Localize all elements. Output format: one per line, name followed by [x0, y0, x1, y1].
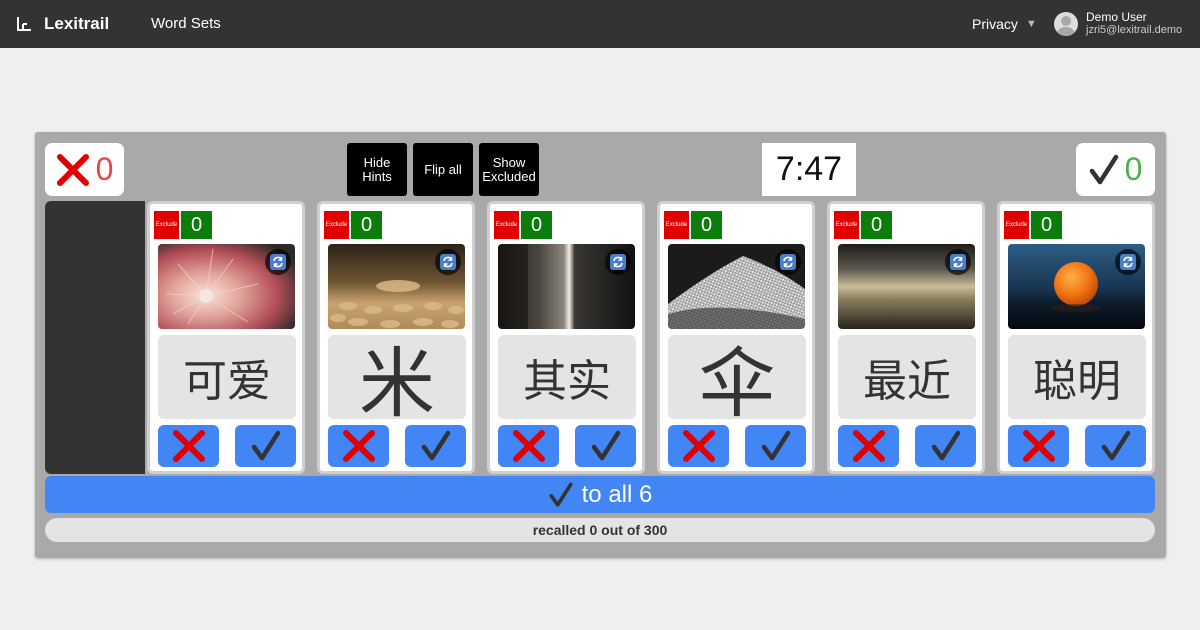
card-count: 0	[351, 211, 382, 239]
mark-wrong-button[interactable]	[838, 425, 899, 467]
card-image-pink-fluffy-fur	[158, 244, 295, 329]
mark-wrong-button[interactable]	[158, 425, 219, 467]
hide-hints-label-2: Hints	[362, 168, 392, 184]
mark-right-button[interactable]	[1085, 425, 1146, 467]
privacy-dropdown[interactable]: Privacy ▼	[972, 16, 1037, 32]
refresh-image-icon[interactable]	[265, 249, 291, 275]
exclude-button[interactable]: Exclude	[1004, 211, 1029, 239]
checkmark-icon	[1089, 154, 1118, 184]
flip-all-label: Flip all	[424, 161, 462, 177]
word-card[interactable]: Exclude 0	[147, 201, 305, 474]
wrong-x-icon	[56, 153, 89, 186]
x-icon	[682, 430, 715, 462]
brand-name: Lexitrail	[44, 14, 110, 33]
exclude-button[interactable]: Exclude	[154, 211, 179, 239]
mark-wrong-button[interactable]	[1008, 425, 1069, 467]
card-image-blurred-road-horizon	[838, 244, 975, 329]
progress-text: recalled 0 out of 300	[532, 522, 668, 538]
wrong-count: 0	[95, 151, 114, 187]
right-score: 0	[1076, 143, 1155, 196]
checkmark-icon	[931, 430, 960, 461]
nav-word-sets[interactable]: Word Sets	[151, 15, 221, 32]
mark-right-button[interactable]	[405, 425, 466, 467]
card-count: 0	[691, 211, 722, 239]
refresh-image-icon[interactable]	[605, 249, 631, 275]
card-image-woven-fabric	[668, 244, 805, 329]
mark-right-button[interactable]	[745, 425, 806, 467]
mark-wrong-button[interactable]	[498, 425, 559, 467]
refresh-image-icon[interactable]	[945, 249, 971, 275]
refresh-image-icon[interactable]	[435, 249, 461, 275]
card-word[interactable]: 伞	[668, 335, 806, 428]
mark-right-button[interactable]	[915, 425, 976, 467]
card-image-rice-grains-closeup	[328, 244, 465, 329]
user-menu[interactable]: Demo User jzri5@lexitrail.demo	[1054, 11, 1182, 37]
x-icon	[852, 430, 885, 462]
refresh-image-icon[interactable]	[775, 249, 801, 275]
checkmark-icon	[761, 430, 790, 461]
hide-hints-label-1: Hide	[363, 154, 391, 170]
card-word[interactable]: 聪明	[1008, 335, 1146, 419]
word-card[interactable]: Exclude 0	[487, 201, 645, 474]
word-card[interactable]: Exclude 0	[997, 201, 1155, 474]
card-word[interactable]: 可爱	[158, 335, 296, 419]
right-count: 0	[1124, 151, 1143, 187]
avatar	[1054, 12, 1078, 36]
word-card[interactable]: Exclude 0 伞	[657, 201, 815, 474]
x-icon	[172, 430, 205, 462]
hide-hints-button[interactable]: Hide Hints	[347, 143, 407, 196]
exclude-button[interactable]: Exclude	[324, 211, 349, 239]
recall-progress-bar: recalled 0 out of 300	[45, 518, 1155, 542]
card-word[interactable]: 其实	[498, 335, 636, 419]
privacy-label: Privacy	[972, 16, 1018, 32]
exclude-button[interactable]: Exclude	[834, 211, 859, 239]
flip-all-button[interactable]: Flip all	[413, 143, 473, 196]
checkmark-icon	[549, 482, 573, 507]
show-excluded-label-1: Show	[492, 154, 526, 170]
mark-right-button[interactable]	[235, 425, 296, 467]
x-icon	[1022, 430, 1055, 462]
user-email: jzri5@lexitrail.demo	[1086, 24, 1183, 36]
top-nav: Lexitrail Word Sets Privacy ▼ Demo User …	[0, 0, 1200, 48]
refresh-image-icon[interactable]	[1115, 249, 1141, 275]
checkmark-icon	[591, 430, 620, 461]
card-image-dark-light-beam	[498, 244, 635, 329]
card-count: 0	[181, 211, 212, 239]
mark-wrong-button[interactable]	[328, 425, 389, 467]
checkmark-icon	[1101, 430, 1130, 461]
caret-down-icon: ▼	[1025, 18, 1037, 30]
deck-stack	[45, 201, 145, 474]
word-card[interactable]: Exclude 0	[317, 201, 475, 474]
card-image-orange-ball-on-water	[1008, 244, 1145, 329]
user-name: Demo User	[1086, 10, 1147, 24]
card-count: 0	[861, 211, 892, 239]
card-word[interactable]: 最近	[838, 335, 976, 419]
brand[interactable]: Lexitrail	[16, 13, 109, 35]
mark-all-right-button[interactable]: to all 6	[45, 476, 1155, 513]
exclude-button[interactable]: Exclude	[664, 211, 689, 239]
mark-right-button[interactable]	[575, 425, 636, 467]
timer: 7:47	[762, 143, 856, 196]
card-count: 0	[521, 211, 552, 239]
x-icon	[512, 430, 545, 462]
checkmark-icon	[251, 430, 280, 461]
show-excluded-button[interactable]: Show Excluded	[479, 143, 539, 196]
game-panel: 0 Hide Hints Flip all Show Excluded 7:47 0…	[35, 132, 1166, 558]
wrong-score: 0	[45, 143, 124, 196]
card-word[interactable]: 米	[328, 335, 466, 428]
word-card[interactable]: Exclude 0 最近	[827, 201, 985, 474]
mark-wrong-button[interactable]	[668, 425, 729, 467]
x-icon	[342, 430, 375, 462]
card-count: 0	[1031, 211, 1062, 239]
show-excluded-label-2: Excluded	[482, 168, 536, 184]
exclude-button[interactable]: Exclude	[494, 211, 519, 239]
to-all-label: to all 6	[581, 480, 653, 508]
checkmark-icon	[421, 430, 450, 461]
lexitrail-logo-icon	[17, 17, 31, 31]
